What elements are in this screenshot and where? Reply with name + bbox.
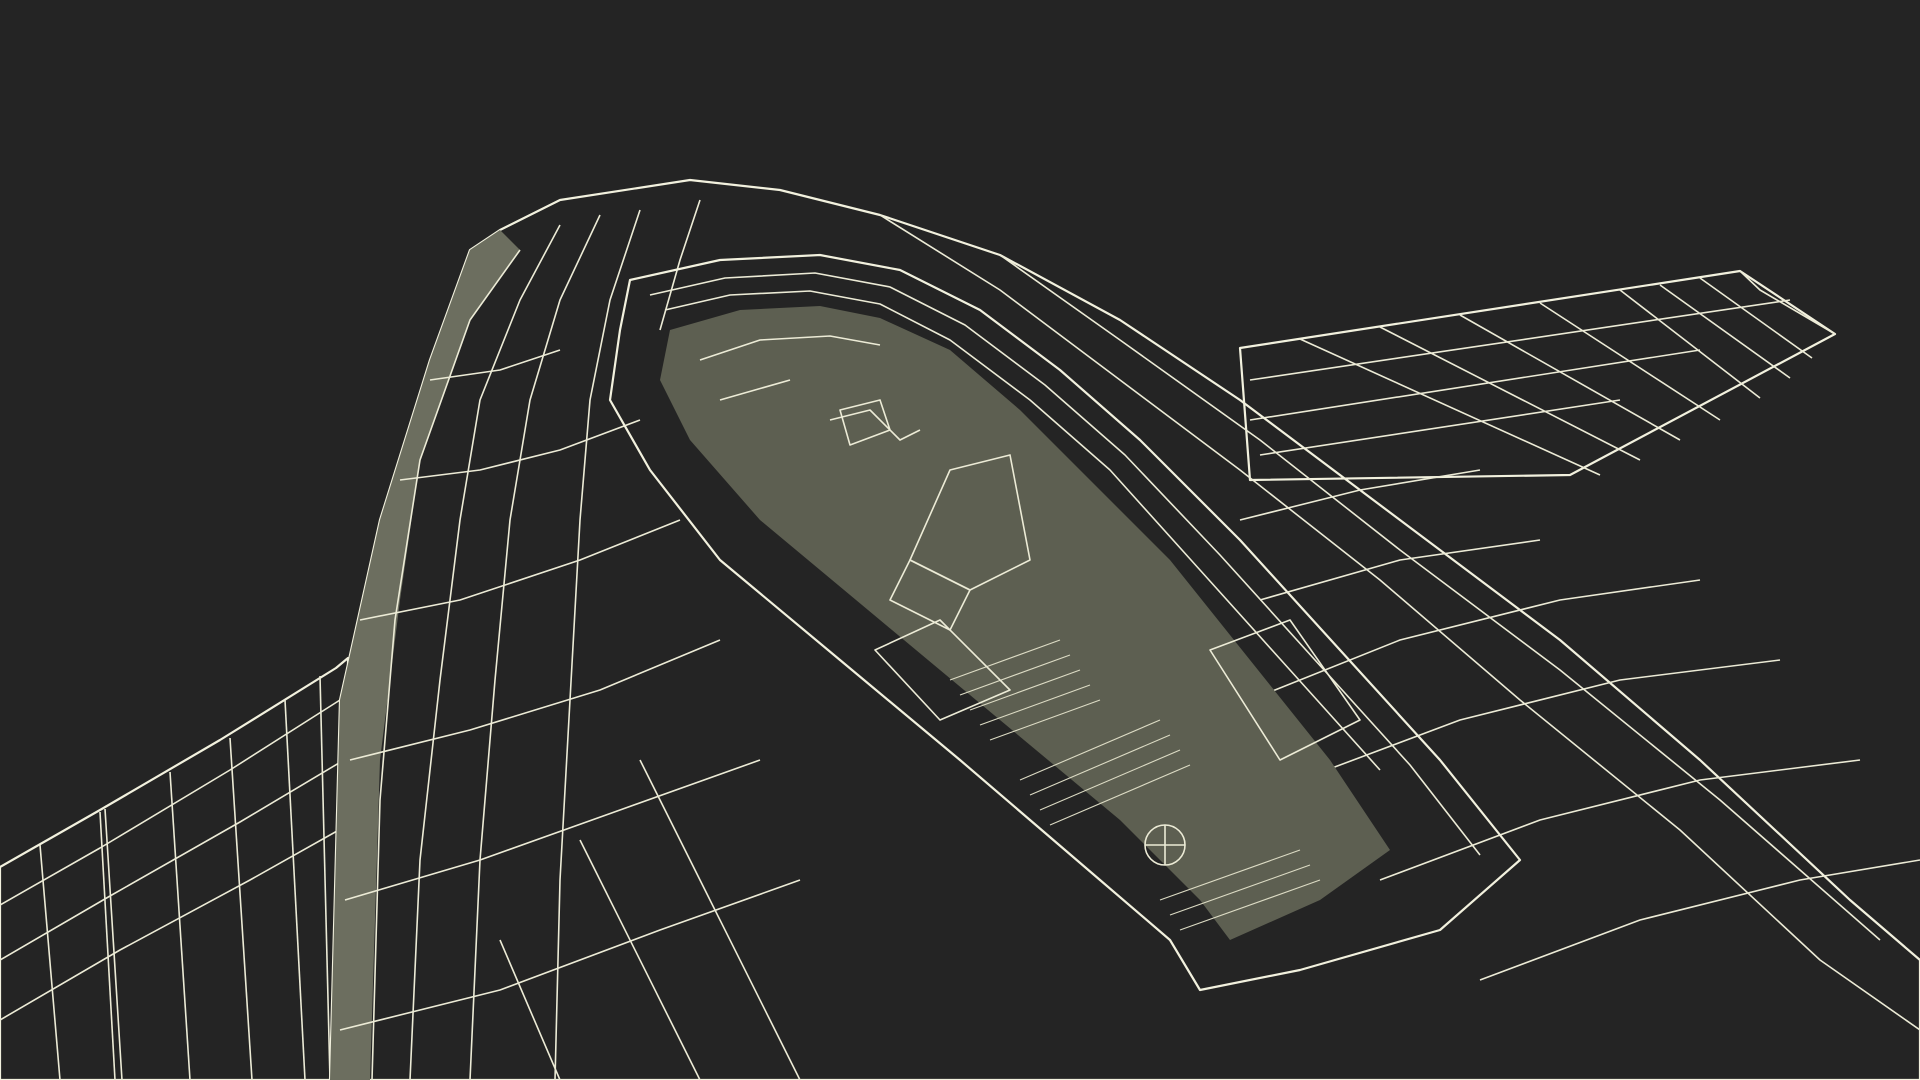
wireframe-render bbox=[0, 178, 1920, 1080]
cockpit-interior bbox=[660, 306, 1390, 940]
left-wing bbox=[0, 656, 350, 1080]
3d-viewport[interactable] bbox=[0, 0, 1920, 1080]
right-wing bbox=[1238, 269, 1837, 482]
